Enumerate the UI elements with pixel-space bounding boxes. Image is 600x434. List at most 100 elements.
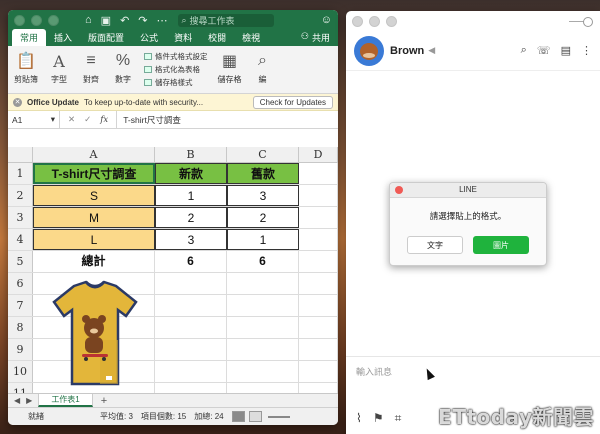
crop-icon[interactable]: ⌗ (395, 411, 402, 426)
cell-c6[interactable] (227, 273, 299, 294)
normal-view-icon[interactable] (231, 411, 245, 422)
cell-b6[interactable] (155, 273, 227, 294)
cell-b1[interactable]: 新款 (155, 163, 227, 184)
row-header[interactable]: 1 (8, 163, 33, 184)
sheet-tab[interactable]: 工作表1 (38, 394, 93, 407)
paste-group[interactable]: 📋 剪貼簿 (14, 50, 38, 85)
tab-data[interactable]: 資料 (166, 29, 200, 46)
search-icon[interactable]: ⌕ (521, 44, 527, 57)
phone-icon[interactable]: ☏ (537, 44, 551, 57)
cell-d3[interactable] (299, 207, 338, 228)
cancel-icon[interactable]: ✕ (68, 114, 75, 125)
cell-d9[interactable] (299, 339, 338, 360)
cell-b8[interactable] (155, 317, 227, 338)
paperclip-icon[interactable]: ⌇ (356, 411, 362, 426)
more-icon[interactable]: ⋯ (157, 14, 168, 27)
minimize-button[interactable] (31, 14, 42, 26)
share-button[interactable]: ⚇ 共用 (293, 29, 338, 46)
column-header-d[interactable]: D (299, 147, 338, 162)
formula-input[interactable]: T-shirt尺寸調查 (117, 114, 181, 126)
cell-b3[interactable]: 2 (155, 207, 227, 228)
row-header[interactable]: 8 (8, 317, 33, 338)
cell-a4[interactable]: L (33, 229, 155, 250)
cell-d4[interactable] (299, 229, 338, 250)
font-group[interactable]: A 字型 (48, 50, 70, 85)
avatar[interactable] (354, 35, 384, 66)
message-input[interactable]: 輸入訊息 (346, 357, 600, 386)
cell-b5[interactable]: 6 (155, 251, 227, 272)
cell-c1[interactable]: 舊款 (227, 163, 299, 184)
zoom-button[interactable] (386, 15, 397, 27)
cell-c10[interactable] (227, 361, 299, 382)
column-header-a[interactable]: A (33, 147, 155, 162)
row-header[interactable]: 9 (8, 339, 33, 360)
tab-formulas[interactable]: 公式 (132, 29, 166, 46)
cell-b9[interactable] (155, 339, 227, 360)
tab-home[interactable]: 常用 (12, 29, 47, 46)
format-table-button[interactable]: 格式化為表格 (144, 64, 208, 75)
next-sheet-icon[interactable]: ▶ (26, 396, 32, 405)
number-group[interactable]: % 數字 (112, 50, 134, 85)
cell-d7[interactable] (299, 295, 338, 316)
minimize-button[interactable] (369, 15, 380, 27)
cell-a5[interactable]: 總計 (33, 251, 155, 272)
check-updates-button[interactable]: Check for Updates (252, 95, 333, 109)
cell-a2[interactable]: S (33, 185, 155, 206)
row-header[interactable]: 3 (8, 207, 33, 228)
home-icon[interactable]: ⌂ (85, 14, 92, 27)
cell-d2[interactable] (299, 185, 338, 206)
prev-sheet-icon[interactable]: ◀ (14, 396, 20, 405)
cell-c2[interactable]: 3 (227, 185, 299, 206)
cell-d10[interactable] (299, 361, 338, 382)
notes-icon[interactable]: ▤ (561, 44, 571, 57)
column-header-b[interactable]: B (155, 147, 227, 162)
close-button[interactable] (14, 14, 25, 26)
bookmark-icon[interactable]: ⚑ (373, 411, 384, 426)
redo-icon[interactable]: ↷ (138, 14, 147, 27)
cell-d1[interactable] (299, 163, 338, 184)
cell-d5[interactable] (299, 251, 338, 272)
tab-layout[interactable]: 版面配置 (80, 29, 132, 46)
close-icon[interactable]: ✕ (13, 97, 22, 107)
tab-review[interactable]: 校閱 (200, 29, 234, 46)
cells-group[interactable]: ▦ 儲存格 (218, 50, 242, 85)
cell-c3[interactable]: 2 (227, 207, 299, 228)
row-header[interactable]: 6 (8, 273, 33, 294)
zoom-slider[interactable] (267, 415, 290, 418)
tab-insert[interactable]: 插入 (46, 29, 80, 46)
page-layout-icon[interactable] (248, 411, 262, 422)
cell-c4[interactable]: 1 (227, 229, 299, 250)
name-box[interactable]: A1 ▾ (8, 111, 60, 128)
search-input[interactable]: ⌕ 搜尋工作表 (177, 13, 274, 27)
cell-b4[interactable]: 3 (155, 229, 227, 250)
row-header[interactable]: 7 (8, 295, 33, 316)
cell-a1[interactable]: T-shirt尺寸調查 (33, 163, 155, 184)
select-all[interactable] (8, 147, 33, 162)
cell-style-button[interactable]: 儲存格樣式 (144, 77, 208, 88)
cell-c7[interactable] (227, 295, 299, 316)
tshirt-image[interactable] (52, 280, 138, 390)
cell-c9[interactable] (227, 339, 299, 360)
paste-as-image-button[interactable]: 圖片 (473, 236, 529, 254)
cell-b7[interactable] (155, 295, 227, 316)
confirm-icon[interactable]: ✓ (84, 114, 91, 125)
paste-as-text-button[interactable]: 文字 (407, 236, 463, 254)
cell-b2[interactable]: 1 (155, 185, 227, 206)
zoom-button[interactable] (48, 14, 59, 26)
undo-icon[interactable]: ↶ (120, 14, 129, 27)
cell-d6[interactable] (299, 273, 338, 294)
cell-a3[interactable]: M (33, 207, 155, 228)
cell-c8[interactable] (227, 317, 299, 338)
close-button[interactable] (352, 15, 363, 27)
row-header[interactable]: 5 (8, 251, 33, 272)
edit-group[interactable]: ⌕ 編 (252, 50, 274, 85)
save-icon[interactable]: ▣ (101, 14, 111, 27)
cell-c5[interactable]: 6 (227, 251, 299, 272)
tab-view[interactable]: 檢視 (234, 29, 268, 46)
opacity-slider[interactable] (569, 16, 593, 27)
more-icon[interactable]: ⋮ (581, 44, 592, 57)
cell-d8[interactable] (299, 317, 338, 338)
conditional-format-button[interactable]: 條件式格式設定 (144, 51, 208, 62)
row-header[interactable]: 10 (8, 361, 33, 382)
add-sheet-button[interactable]: + (93, 395, 115, 407)
